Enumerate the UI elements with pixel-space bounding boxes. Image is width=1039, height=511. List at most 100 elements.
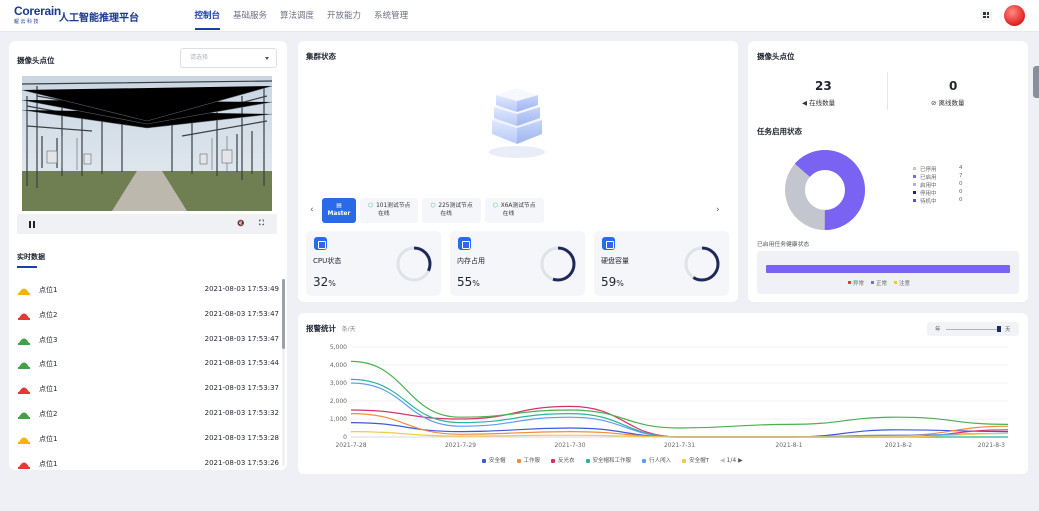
realtime-time: 2021-08-03 17:53:32 [204,408,279,417]
realtime-list: 点位1 2021-08-03 17:53:49 点位2 2021-08-03 17:5… [17,279,279,477]
node-name: 225测试节点 [438,203,473,209]
y-tick-label: 0 [343,434,347,441]
realtime-row[interactable]: 点位1 2021-08-03 17:53:37 [17,378,279,403]
legend-item[interactable]: 安全帽 [482,456,506,464]
series-line[interactable] [350,382,1009,438]
health-title: 已启用任务健康状态 [757,242,810,248]
legend-normal: 正常 [871,279,887,287]
chevron-down-icon [265,57,269,60]
mute-icon[interactable]: 🔇 [237,220,244,227]
node-tab-101[interactable]: ⬡ 101测试节点 在线 [360,198,419,223]
summary-divider [887,72,888,110]
range-handle[interactable] [997,326,1001,332]
range-track [946,328,998,330]
camera-summary-title: 摄像头点位 [757,52,795,61]
tab-realtime-data[interactable]: 实时数据 [17,252,45,262]
pause-icon[interactable] [29,221,35,228]
nav-system-admin[interactable]: 系统管理 [368,0,415,32]
camera-select[interactable]: 请选择 [180,48,277,68]
user-avatar[interactable] [1004,5,1025,26]
tab-active-indicator [17,266,37,268]
corerain-logo[interactable]: Corerain 鲲云科技 [14,5,61,27]
realtime-point-name: 点位1 [39,286,58,294]
task-legend-item[interactable]: 待机中 0 [913,197,963,205]
nav-algorithm-schedule[interactable]: 算法调度 [274,0,321,32]
pager-next-icon[interactable]: ▶ [738,457,743,464]
stat-label: CPU状态 [313,257,342,265]
server-stack-icon [489,88,545,158]
memory-icon [458,237,471,250]
nav-basic-service[interactable]: 基础服务 [227,0,274,32]
video-controls: 🔇 ⛶ [17,214,277,234]
series-line[interactable] [350,360,1009,429]
node-online-icon: ⬡ [368,203,374,209]
task-legend-item[interactable]: 已停用 4 [913,165,963,173]
realtime-point-name: 点位1 [39,360,58,369]
realtime-point-name: 点位2 [39,310,58,319]
node-tab-master[interactable]: ▤ Master [322,198,356,223]
x-tick-label: 2021-7-29 [445,442,476,449]
stat-value: 55% [457,275,480,289]
task-legend-item[interactable]: 已启用 7 [913,173,963,181]
realtime-time: 2021-08-03 17:53:47 [204,309,279,318]
server-icon: ▤ [336,203,342,209]
legend-item[interactable]: 反光衣 [551,456,575,464]
task-legend-item[interactable]: 停用中 0 [913,189,963,197]
realtime-time: 2021-08-03 17:53:28 [204,433,279,442]
alarm-title: 报警统计 条/天 [306,324,356,333]
x-tick-label: 2021-7-31 [664,442,695,449]
node-name: 101测试节点 [376,203,411,209]
online-count: 23 [815,79,832,93]
realtime-row[interactable]: 点位1 2021-08-03 17:53:26 [17,453,279,478]
realtime-row[interactable]: 点位2 2021-08-03 17:53:47 [17,304,279,329]
main-nav: 控制台 基础服务 算法调度 开放能力 系统管理 [188,0,415,32]
stat-value: 32% [313,275,336,289]
cpu-gauge [396,246,432,282]
time-range-slider[interactable]: 年 天 [927,322,1019,336]
camera-video[interactable] [22,76,272,211]
realtime-row[interactable]: 点位1 2021-08-03 17:53:49 [17,279,279,304]
task-legend-item[interactable]: 启用中 0 [913,181,963,189]
app-grid-icon[interactable] [980,9,992,21]
node-name: X6A测试节点 [500,203,536,209]
legend-item[interactable]: 安全帽和工作服 [585,456,631,464]
realtime-scrollbar[interactable] [282,279,285,349]
disk-stat-card: 硬盘容量 59% [594,231,729,296]
alarm-legend: 安全帽 工作服 反光衣 安全帽和工作服 行人闯入 安全帽T ◀ 1/4 ▶ [482,456,743,464]
realtime-row[interactable]: 点位1 2021-08-03 17:53:28 [17,428,279,453]
realtime-row[interactable]: 点位3 2021-08-03 17:53:47 [17,329,279,354]
realtime-point-name: 点位1 [39,459,58,468]
node-tab-225[interactable]: ⬡ 225测试节点 在线 [422,198,481,223]
x-tick-label: 2021-8-2 [885,442,912,449]
memory-gauge [540,246,576,282]
nav-open-capability[interactable]: 开放能力 [321,0,368,32]
pager-prev-icon[interactable]: ◀ [720,457,725,464]
hardhat-icon [18,458,30,469]
chevron-left-icon[interactable]: ‹ [310,205,314,215]
app-title: 人工智能推理平台 [59,13,139,24]
memory-stat-card: 内存占用 55% [450,231,585,296]
legend-item[interactable]: 工作服 [516,456,540,464]
legend-item[interactable]: 行人闯入 [642,456,671,464]
cpu-icon [314,237,327,250]
legend-item[interactable]: 安全帽T [682,456,709,464]
realtime-point-name: 点位1 [39,385,58,394]
x-tick-label: 2021-7-30 [554,442,585,449]
realtime-row[interactable]: 点位1 2021-08-03 17:53:44 [17,353,279,378]
top-bar: Corerain 鲲云科技 人工智能推理平台 控制台 基础服务 算法调度 开放能… [0,0,1039,32]
nav-console[interactable]: 控制台 [188,0,227,32]
realtime-row[interactable]: 点位2 2021-08-03 17:53:32 [17,403,279,428]
stat-label: 硬盘容量 [601,257,629,265]
person-icon [18,358,30,370]
y-tick-label: 1,000 [330,416,347,423]
node-tab-x6a[interactable]: ⬡ X6A测试节点 在线 [484,198,544,223]
side-drawer-handle[interactable] [1033,66,1039,98]
x-tick-label: 2021-8-1 [775,442,802,449]
y-tick-label: 2,000 [330,398,347,405]
chevron-right-icon[interactable]: › [716,205,720,215]
fullscreen-icon[interactable]: ⛶ [259,219,264,228]
legend-pager[interactable]: ◀ 1/4 ▶ [720,457,743,464]
hardhat-icon [18,309,30,320]
node-status: 在线 [440,211,452,217]
substation-video-frame [22,76,272,211]
